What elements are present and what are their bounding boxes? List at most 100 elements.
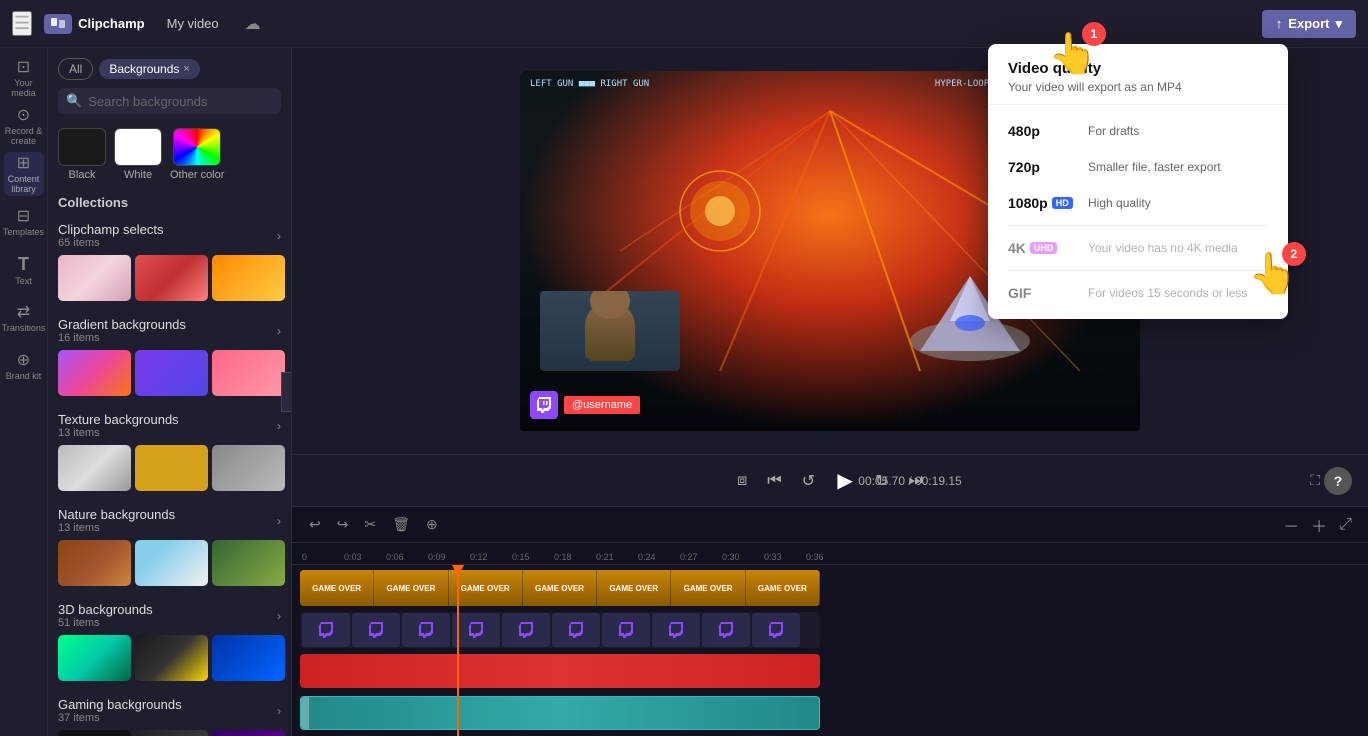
add-media-button[interactable]: ⊕ <box>421 513 443 536</box>
sidebar-item-your-media[interactable]: ⊡ Your media <box>4 56 44 100</box>
collection-gaming-backgrounds[interactable]: Gaming backgrounds 37 items › <box>48 689 291 736</box>
app-name: Clipchamp <box>78 16 144 31</box>
collection-texture-thumbs <box>58 445 281 491</box>
uhd-badge: UHD <box>1030 242 1058 254</box>
templates-icon: ⊟ <box>17 206 30 226</box>
help-button[interactable]: ? <box>1324 467 1352 495</box>
audio-clip[interactable] <box>300 654 820 688</box>
filter-row: All Backgrounds × <box>58 58 281 80</box>
export-chevron: ▾ <box>1335 16 1342 32</box>
collection-3d-backgrounds[interactable]: 3D backgrounds 51 items › <box>48 594 291 689</box>
quality-label-1080p: 1080pHD <box>1008 195 1078 211</box>
collection-gradient-backgrounds[interactable]: Gradient backgrounds 16 items › <box>48 309 291 404</box>
search-input[interactable] <box>88 94 273 109</box>
fullscreen-button[interactable]: ⛶ <box>1310 472 1320 489</box>
redo-button[interactable]: ↪ <box>332 513 354 536</box>
quality-desc-720p: Smaller file, faster export <box>1088 160 1221 174</box>
zoom-controls: － ＋ ⤢ <box>1279 511 1356 539</box>
collection-clipchamp-count: 65 items <box>58 237 164 249</box>
sidebar-item-transitions[interactable]: ⇄ Transitions <box>4 296 44 340</box>
collection-thumb <box>135 350 208 396</box>
username-tag: @username <box>564 396 640 414</box>
record-label: Record &create <box>5 127 43 147</box>
swatch-other-color[interactable]: Other color <box>170 128 224 181</box>
filter-tag-remove-icon[interactable]: × <box>183 63 189 75</box>
brand-kit-icon: ⊕ <box>17 350 30 370</box>
twitch-segment <box>502 613 550 647</box>
collection-texture-title: Texture backgrounds <box>58 412 179 427</box>
text-icon: T <box>18 254 29 275</box>
collection-gradient-thumbs <box>58 350 281 396</box>
ruler-mark-030: 0:30 <box>722 552 740 562</box>
fit-timeline-button[interactable]: ⤢ <box>1335 514 1356 536</box>
play-pause-button[interactable]: ▶ <box>829 465 861 497</box>
collection-thumb <box>212 540 285 586</box>
teal-clip[interactable] <box>300 696 820 730</box>
split-button[interactable]: ✂ <box>359 513 381 536</box>
sidebar-item-templates[interactable]: ⊟ Templates <box>4 200 44 244</box>
collection-texture-backgrounds[interactable]: Texture backgrounds 13 items › <box>48 404 291 499</box>
collection-thumb <box>135 635 208 681</box>
timeline-ruler: 0 0:03 0:06 0:09 0:12 0:15 0:18 0:21 0:2… <box>292 543 1368 565</box>
swatch-other-label: Other color <box>170 169 224 181</box>
transitions-icon: ⇄ <box>17 302 30 322</box>
sidebar-collapse-button[interactable]: ‹ <box>281 372 292 412</box>
video-title[interactable]: My video <box>157 12 229 35</box>
quality-label-720p: 720p <box>1008 159 1078 175</box>
caption-toggle-button[interactable]: ⧈ <box>731 468 753 494</box>
quality-option-480p[interactable]: 480p For drafts <box>988 113 1288 149</box>
swatch-black-label: Black <box>69 169 96 181</box>
filter-all-button[interactable]: All <box>58 58 93 80</box>
collection-nature-thumbs <box>58 540 281 586</box>
search-box: 🔍 <box>58 88 281 114</box>
track-handle-left[interactable] <box>301 697 309 729</box>
twitch-segment <box>652 613 700 647</box>
track-row-audio <box>300 652 1360 691</box>
cloud-sync-icon: ☁ <box>245 14 261 34</box>
collection-thumb <box>58 635 131 681</box>
export-label: Export <box>1288 16 1329 31</box>
ruler-mark-024: 0:24 <box>638 552 656 562</box>
quality-popup-header: Video quality Your video will export as … <box>988 44 1288 105</box>
swatch-black[interactable]: Black <box>58 128 106 181</box>
sidebar-item-brand-kit[interactable]: ⊕ Brand kit <box>4 344 44 388</box>
twitch-clip[interactable] <box>300 612 820 648</box>
sidebar-item-content-library[interactable]: ⊞ Contentlibrary <box>4 152 44 196</box>
ruler-mark-033: 0:33 <box>764 552 782 562</box>
twitch-segment <box>752 613 800 647</box>
text-label: Text <box>15 277 32 287</box>
swatch-white[interactable]: White <box>114 128 162 181</box>
quality-option-720p[interactable]: 720p Smaller file, faster export <box>988 149 1288 185</box>
collection-gaming-arrow: › <box>277 704 281 718</box>
undo-button[interactable]: ↩ <box>304 513 326 536</box>
quality-desc-4k: Your video has no 4K media <box>1088 241 1238 255</box>
transitions-label: Transitions <box>2 324 46 334</box>
rewind-5s-button[interactable]: ↺ <box>796 467 821 495</box>
twitch-segment <box>302 613 350 647</box>
collection-thumb <box>58 730 131 736</box>
sidebar-item-record[interactable]: ⊙ Record &create <box>4 104 44 148</box>
menu-icon[interactable]: ☰ <box>12 11 32 36</box>
collection-clipchamp-selects[interactable]: Clipchamp selects 65 items › <box>48 214 291 309</box>
gameover-clip[interactable]: GAME OVER GAME OVER GAME OVER GAME OVER … <box>300 570 820 606</box>
logo-icon <box>44 14 72 34</box>
delete-button[interactable]: 🗑 <box>387 513 415 536</box>
collection-thumb <box>212 350 285 396</box>
swatch-white-box <box>114 128 162 166</box>
gameover-segment: GAME OVER <box>449 570 523 606</box>
collection-nature-backgrounds[interactable]: Nature backgrounds 13 items › <box>48 499 291 594</box>
filter-tag-backgrounds[interactable]: Backgrounds × <box>99 59 199 79</box>
export-button[interactable]: ↑ Export ▾ <box>1262 10 1356 38</box>
sidebar-item-text[interactable]: T Text <box>4 248 44 292</box>
gameover-segment: GAME OVER <box>597 570 671 606</box>
zoom-out-button[interactable]: － <box>1279 511 1303 539</box>
twitch-segment <box>452 613 500 647</box>
twitch-segment <box>552 613 600 647</box>
quality-label-4k: 4KUHD <box>1008 240 1078 256</box>
track-row-teal <box>300 694 1360 733</box>
zoom-in-button[interactable]: ＋ <box>1307 511 1331 539</box>
app-logo: Clipchamp <box>44 14 144 34</box>
skip-back-button[interactable]: ⏮ <box>761 468 787 494</box>
quality-option-1080p[interactable]: 1080pHD High quality <box>988 185 1288 221</box>
collection-gaming-title: Gaming backgrounds <box>58 697 182 712</box>
